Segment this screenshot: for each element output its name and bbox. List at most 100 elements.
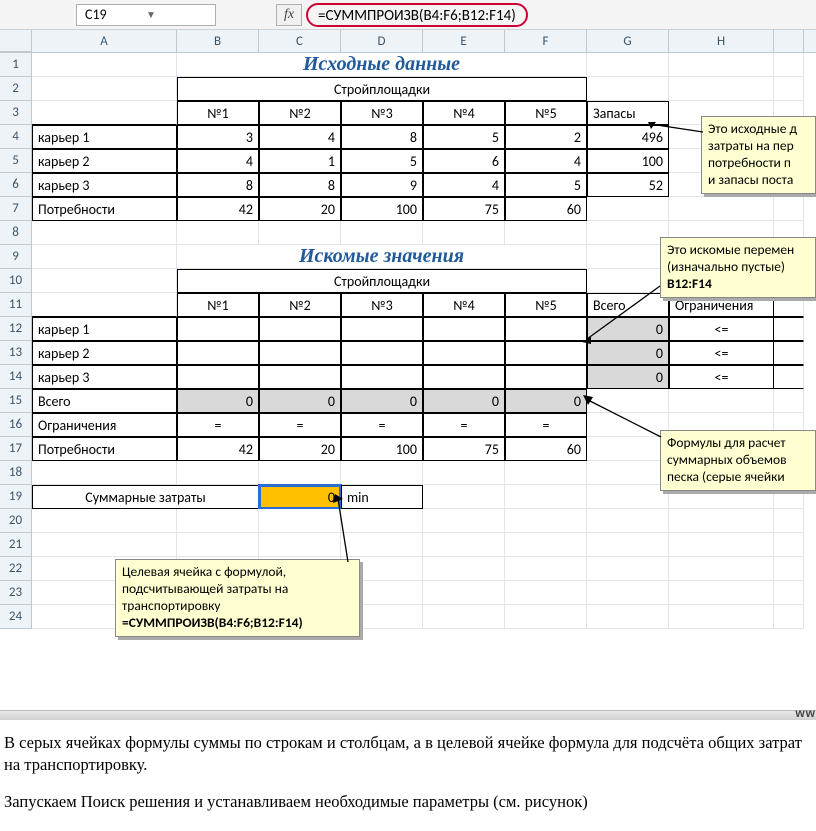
cell[interactable]: Ограничения (32, 413, 177, 437)
cell[interactable] (423, 341, 505, 365)
cell[interactable]: 4 (423, 173, 505, 197)
row-12[interactable]: 12 (0, 317, 32, 341)
select-all-corner[interactable] (0, 30, 32, 52)
cell[interactable]: 0 (587, 365, 669, 389)
cell[interactable] (32, 77, 177, 101)
cell[interactable]: 75 (423, 197, 505, 221)
row-8[interactable]: 8 (0, 221, 32, 245)
cell[interactable] (587, 389, 669, 413)
cell[interactable]: карьер 2 (32, 341, 177, 365)
row-17[interactable]: 17 (0, 437, 32, 461)
cell[interactable]: Потребности (32, 437, 177, 461)
cell[interactable] (587, 437, 669, 461)
cell[interactable] (587, 509, 669, 533)
col-C[interactable]: C (259, 30, 341, 52)
formula-input[interactable]: =СУММПРОИЗВ(B4:F6;B12:F14) (306, 3, 528, 27)
cell[interactable] (505, 557, 587, 581)
cell[interactable] (259, 317, 341, 341)
cell[interactable]: 0 (177, 389, 259, 413)
cell[interactable] (774, 365, 804, 389)
row-1[interactable]: 1 (0, 53, 32, 77)
cell[interactable]: 100 (341, 437, 423, 461)
cell[interactable] (423, 533, 505, 557)
row-9[interactable]: 9 (0, 245, 32, 269)
row-14[interactable]: 14 (0, 365, 32, 389)
cell[interactable]: 0 (423, 389, 505, 413)
cell[interactable] (177, 221, 259, 245)
cell[interactable] (505, 317, 587, 341)
cell[interactable]: 0 (259, 389, 341, 413)
row-13[interactable]: 13 (0, 341, 32, 365)
cell[interactable]: карьер 3 (32, 365, 177, 389)
cell[interactable]: №1 (177, 101, 259, 125)
cell[interactable]: = (423, 413, 505, 437)
cell[interactable] (177, 341, 259, 365)
cell[interactable] (774, 533, 804, 557)
cell[interactable] (669, 77, 774, 101)
cell[interactable] (669, 53, 774, 77)
cell[interactable]: 42 (177, 197, 259, 221)
row-16[interactable]: 16 (0, 413, 32, 437)
cell[interactable] (774, 53, 804, 77)
cell[interactable] (259, 221, 341, 245)
cell[interactable] (587, 53, 669, 77)
cell[interactable] (505, 461, 587, 485)
cell[interactable] (587, 533, 669, 557)
col-H[interactable]: H (669, 30, 774, 52)
name-box[interactable]: C19 ▼ (76, 4, 216, 26)
cell[interactable]: 2 (505, 125, 587, 149)
row-7[interactable]: 7 (0, 197, 32, 221)
cell[interactable]: 52 (587, 173, 669, 197)
row-6[interactable]: 6 (0, 173, 32, 197)
cell[interactable] (774, 557, 804, 581)
cell[interactable]: 3 (177, 125, 259, 149)
cell[interactable] (774, 341, 804, 365)
cell[interactable] (32, 221, 177, 245)
cell[interactable]: 4 (505, 149, 587, 173)
cell[interactable] (669, 389, 774, 413)
cell[interactable]: карьер 1 (32, 125, 177, 149)
row-15[interactable]: 15 (0, 389, 32, 413)
cell[interactable]: 60 (505, 197, 587, 221)
row-4[interactable]: 4 (0, 125, 32, 149)
cell[interactable]: карьер 1 (32, 317, 177, 341)
cell[interactable]: 496 (587, 125, 669, 149)
cell[interactable] (505, 605, 587, 629)
row-10[interactable]: 10 (0, 269, 32, 293)
col-E[interactable]: E (423, 30, 505, 52)
cell[interactable]: №3 (341, 293, 423, 317)
cell[interactable]: Всего (587, 293, 669, 317)
cell[interactable]: №5 (505, 293, 587, 317)
cell[interactable] (32, 53, 177, 77)
cell[interactable] (423, 581, 505, 605)
target-cell[interactable]: 0 (259, 485, 341, 509)
cell[interactable]: min (341, 485, 423, 509)
cell[interactable]: 8 (177, 173, 259, 197)
cell[interactable] (587, 269, 669, 293)
cell[interactable]: 0 (587, 341, 669, 365)
col-I[interactable] (774, 30, 804, 52)
cell[interactable] (505, 341, 587, 365)
cell[interactable] (774, 509, 804, 533)
cell[interactable] (341, 317, 423, 341)
cell[interactable]: 5 (341, 149, 423, 173)
row-3[interactable]: 3 (0, 101, 32, 125)
cell[interactable] (587, 221, 669, 245)
cell[interactable] (587, 581, 669, 605)
cell[interactable] (341, 221, 423, 245)
cell[interactable]: = (505, 413, 587, 437)
cell[interactable] (177, 317, 259, 341)
cell[interactable]: №4 (423, 293, 505, 317)
cell[interactable] (177, 533, 259, 557)
cell[interactable] (669, 509, 774, 533)
scrollbar-h[interactable] (0, 710, 816, 720)
cell[interactable]: 60 (505, 437, 587, 461)
cell[interactable]: 8 (341, 125, 423, 149)
cell[interactable]: 20 (259, 197, 341, 221)
cell[interactable] (423, 221, 505, 245)
cell[interactable]: <= (669, 317, 774, 341)
cell[interactable]: 4 (259, 125, 341, 149)
cell[interactable]: 20 (259, 437, 341, 461)
cell[interactable] (423, 365, 505, 389)
col-G[interactable]: G (587, 30, 669, 52)
